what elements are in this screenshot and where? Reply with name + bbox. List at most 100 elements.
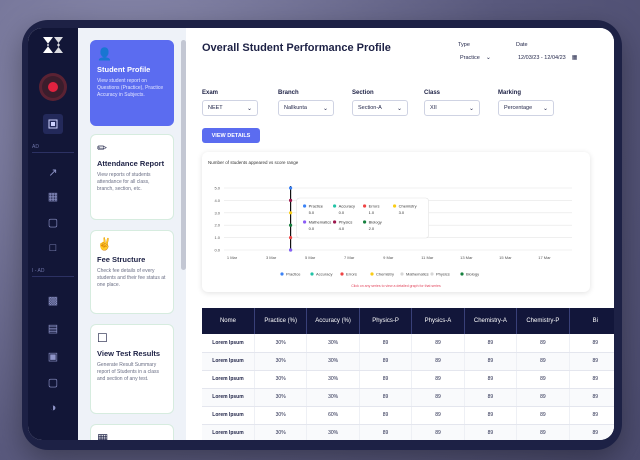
tooltip-series-name: Mathematics — [309, 220, 332, 225]
profile-avatar[interactable] — [42, 76, 64, 98]
report-icon[interactable]: ▩ — [43, 290, 63, 310]
legend-label: Errors — [346, 272, 357, 277]
table-cell: 30% — [254, 406, 308, 425]
card-student-profile[interactable]: 👤 Student Profile View student report on… — [90, 40, 174, 126]
table-header-cell[interactable]: Physics-P — [359, 308, 413, 334]
marking-select[interactable]: Percentage ⌄ — [498, 100, 554, 116]
notes-icon[interactable]: ▤ — [43, 318, 63, 338]
table-cell: 89 — [464, 406, 518, 425]
table-row[interactable]: Lorem Ipsum 30% 30% 89 89 89 89 89 — [202, 370, 614, 389]
date-picker[interactable]: 12/03/23 - 12/04/23 ▦ — [518, 54, 577, 62]
table-cell: 89 — [411, 334, 465, 353]
x-tick-label: 3 Mar — [266, 255, 277, 260]
table-cell: 89 — [359, 406, 413, 425]
chevron-down-icon: ⌄ — [246, 105, 252, 112]
table-cell: 89 — [516, 370, 570, 389]
table-cell: 30% — [306, 424, 360, 440]
app-logo-icon[interactable] — [40, 34, 66, 56]
table-header-cell[interactable]: Physics-A — [411, 308, 465, 334]
legend-swatch — [370, 272, 374, 276]
legend-swatch — [430, 272, 434, 276]
page-icon[interactable]: ▢ — [43, 372, 63, 392]
tooltip-series-name: Accuracy — [339, 204, 355, 209]
student-name-cell: Lorem Ipsum — [202, 334, 255, 353]
table-row[interactable]: Lorem Ipsum 30% 30% 89 89 89 89 89 — [202, 388, 614, 407]
legend-label: Chemistry — [376, 272, 394, 277]
table-header-cell[interactable]: Practice (%) — [254, 308, 308, 334]
table-cell: 30% — [254, 424, 308, 440]
dashboard-icon[interactable] — [43, 114, 63, 134]
table-header-cell[interactable]: Bi — [569, 308, 614, 334]
legend-swatch — [340, 272, 344, 276]
class-select[interactable]: XII ⌄ — [424, 100, 480, 116]
calendar-icon[interactable]: ▦ — [43, 186, 63, 206]
tooltip-series-name: Practice — [309, 204, 324, 209]
tooltip-swatch — [332, 220, 337, 224]
table-cell: 89 — [569, 424, 614, 440]
branch-select[interactable]: Nallkunta ⌄ — [278, 100, 334, 116]
table-cell: 30% — [306, 334, 360, 353]
table-row[interactable]: Lorem Ipsum 30% 30% 89 89 89 89 89 — [202, 352, 614, 371]
table-header-cell[interactable]: Accuracy (%) — [306, 308, 360, 334]
attendance-icon: ✏ — [97, 141, 108, 155]
data-point — [288, 248, 293, 252]
task-icon[interactable]: ▣ — [43, 346, 63, 366]
section-select[interactable]: Section-A ⌄ — [352, 100, 408, 116]
tooltip-series-name: Chemistry — [399, 204, 417, 209]
table-row[interactable]: Lorem Ipsum 30% 30% 89 89 89 89 89 — [202, 424, 614, 440]
exam-select[interactable]: NEET ⌄ — [202, 100, 258, 116]
view-details-button[interactable]: VIEW DETAILS — [202, 128, 260, 143]
table-cell: 89 — [411, 352, 465, 371]
table-cell: 30% — [254, 370, 308, 389]
legend-swatch — [460, 272, 464, 276]
data-point — [288, 223, 293, 227]
tooltip-value: 0.0 — [339, 210, 345, 215]
pie-icon[interactable]: ◑ — [43, 398, 63, 418]
card-fee-structure[interactable]: ✌ Fee Structure Check fee details of eve… — [90, 230, 174, 314]
class-value: XII — [430, 105, 437, 111]
document-icon[interactable]: ▢ — [43, 212, 63, 232]
card-description: View student report on Questions (Practi… — [97, 78, 164, 98]
table-cell: 30% — [254, 334, 308, 353]
table-cell: 89 — [569, 352, 614, 371]
card-more[interactable]: ▦ — [90, 424, 174, 440]
type-label: Type — [458, 42, 470, 48]
table-header-cell[interactable]: Nome — [202, 308, 255, 334]
table-cell: 60% — [306, 406, 360, 425]
file-icon[interactable]: □ — [43, 238, 63, 258]
table-cell: 30% — [254, 388, 308, 407]
nav-section-label: I - AD — [32, 268, 74, 277]
exam-value: NEET — [208, 105, 223, 111]
marking-value: Percentage — [504, 105, 533, 111]
results-table: Nome Practice (%) Accuracy (%) Physics-P Phy… — [202, 308, 614, 440]
table-cell: 89 — [464, 388, 518, 407]
table-cell: 89 — [464, 424, 518, 440]
chevron-down-icon: ⌄ — [542, 105, 548, 112]
legend-label: Physics — [436, 272, 450, 277]
section-label: Section — [352, 90, 374, 96]
type-select[interactable]: Practice ⌄ — [460, 54, 491, 62]
tooltip-series-name: Physics — [339, 220, 353, 225]
tooltip-value: 5.0 — [309, 210, 315, 215]
y-tick-label: 0.0 — [214, 248, 220, 253]
x-tick-label: 15 Mar — [499, 255, 512, 260]
table-header-row: Nome Practice (%) Accuracy (%) Physics-P Phy… — [202, 308, 614, 334]
fee-icon: ✌ — [97, 237, 112, 251]
card-attendance-report[interactable]: ✏ Attendance Report View reports of stud… — [90, 134, 174, 220]
tooltip-value: 1.0 — [369, 210, 375, 215]
chevron-down-icon: ⌄ — [485, 55, 491, 61]
table-header-cell[interactable]: Chemistry-P — [516, 308, 570, 334]
x-tick-label: 7 Mar — [344, 255, 355, 260]
student-name-cell: Lorem Ipsum — [202, 388, 255, 407]
table-header-cell[interactable]: Chemistry-A — [464, 308, 518, 334]
chart-note: Click on any series to view a detailed g… — [351, 284, 441, 288]
analytics-icon[interactable]: ↗ — [43, 162, 63, 182]
performance-chart[interactable]: 5.0 4.0 3.0 2.0 1.0 0.0 1 Mar 3 Mar 5 Mar 7 Mar 9 … — [202, 152, 590, 282]
x-tick-label: 11 Mar — [421, 255, 434, 260]
card-view-test-results[interactable]: ☐ View Test Results Generate Result Summ… — [90, 324, 174, 414]
student-name-cell: Lorem Ipsum — [202, 370, 255, 389]
table-row[interactable]: Lorem Ipsum 30% 30% 89 89 89 89 89 — [202, 334, 614, 353]
tooltip-swatch — [362, 220, 367, 224]
table-row[interactable]: Lorem Ipsum 30% 60% 89 89 89 89 89 — [202, 406, 614, 425]
x-tick-label: 5 Mar — [305, 255, 316, 260]
